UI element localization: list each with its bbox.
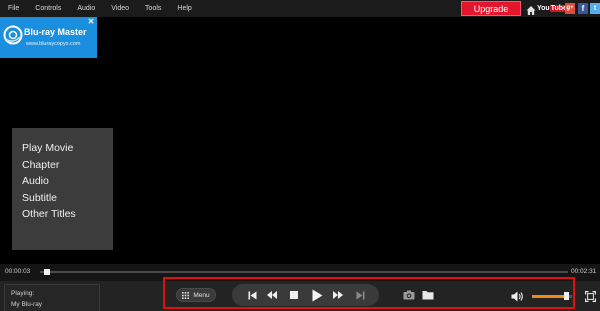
menu-video[interactable]: Video: [103, 0, 137, 17]
rewind-icon[interactable]: [264, 284, 280, 306]
skip-next-icon[interactable]: [352, 284, 368, 306]
skip-previous-icon[interactable]: [244, 284, 260, 306]
twitter-icon[interactable]: t: [590, 3, 600, 14]
disc-menu-other-titles[interactable]: Other Titles: [12, 206, 113, 223]
menu-controls[interactable]: Controls: [27, 0, 69, 17]
camera-icon[interactable]: [402, 288, 416, 301]
youtube-icon[interactable]: YouTube: [537, 3, 568, 14]
total-time: 00:02:31: [571, 268, 597, 275]
grid-icon: [182, 291, 190, 299]
disc-menu: Play Movie Chapter Audio Subtitle Other …: [12, 128, 113, 250]
upgrade-button[interactable]: Upgrade: [461, 1, 521, 16]
now-playing-label: Playing:: [11, 290, 35, 297]
volume-icon[interactable]: [510, 290, 524, 302]
volume-fill: [532, 295, 566, 298]
disc-menu-subtitle[interactable]: Subtitle: [12, 190, 113, 207]
stop-icon[interactable]: [286, 284, 302, 306]
volume-handle[interactable]: [564, 292, 569, 300]
now-playing-title: My Blu-ray: [11, 301, 43, 308]
play-icon[interactable]: [308, 284, 326, 306]
now-playing-panel: Playing: My Blu-ray: [4, 284, 100, 311]
menu-button[interactable]: Menu: [176, 288, 216, 302]
ad-title: Blu-ray Master: [24, 27, 87, 37]
disc-menu-play-movie[interactable]: Play Movie: [12, 140, 113, 157]
youtube-you-text: You: [537, 5, 550, 12]
home-icon[interactable]: [526, 3, 536, 15]
fast-forward-icon[interactable]: [330, 284, 346, 306]
googleplus-icon[interactable]: g+: [565, 3, 575, 14]
menu-tools[interactable]: Tools: [137, 0, 169, 17]
facebook-icon[interactable]: f: [578, 3, 588, 14]
disc-icon: [3, 25, 23, 45]
fullscreen-icon[interactable]: [584, 290, 596, 302]
seek-bar[interactable]: [40, 271, 568, 273]
folder-icon[interactable]: [421, 288, 435, 301]
ad-banner[interactable]: ✕ Blu-ray Master www.bluraycopys.com: [0, 17, 97, 58]
seek-handle[interactable]: [43, 269, 50, 275]
ad-url: www.bluraycopys.com: [26, 41, 81, 47]
menu-button-label: Menu: [193, 291, 210, 299]
menu-audio[interactable]: Audio: [69, 0, 103, 17]
ad-close-button[interactable]: ✕: [87, 18, 95, 26]
transport-controls: [232, 284, 379, 306]
current-time: 00:00:03: [5, 268, 31, 275]
disc-menu-chapter[interactable]: Chapter: [12, 157, 113, 174]
menu-help[interactable]: Help: [169, 0, 199, 17]
disc-menu-audio[interactable]: Audio: [12, 173, 113, 190]
menu-file[interactable]: File: [0, 0, 27, 17]
